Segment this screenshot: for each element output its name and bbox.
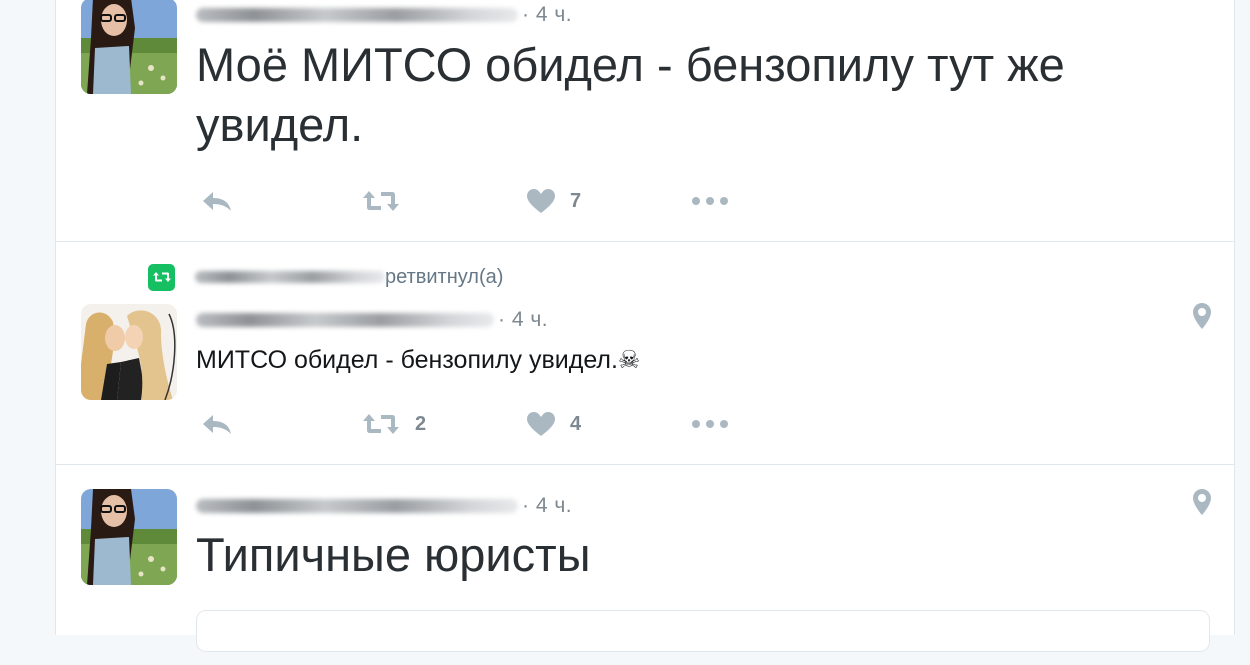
retweet-count: 2 (415, 412, 427, 435)
more-icon (692, 420, 728, 428)
like-count: 7 (570, 189, 582, 212)
retweet-label: ретвитнул(а) (385, 265, 504, 288)
retweet-button[interactable] (361, 186, 401, 216)
reply-button[interactable] (201, 409, 233, 439)
retweet-badge-icon (148, 263, 175, 291)
tweet-text: Типичные юристы (196, 528, 591, 581)
reply-button[interactable] (201, 186, 233, 216)
more-icon (692, 197, 728, 205)
media-card[interactable] (196, 610, 1210, 652)
like-button[interactable]: 7 (526, 186, 581, 216)
author-name-blurred[interactable] (196, 8, 518, 22)
tweet[interactable]: · 4 ч. Моё МИТСО обидел - бензопилу тут … (56, 0, 1234, 242)
retweet-icon (363, 191, 399, 211)
avatar[interactable] (81, 489, 177, 585)
more-button[interactable] (691, 409, 729, 439)
reply-icon (203, 192, 231, 211)
timeline: · 4 ч. Моё МИТСО обидел - бензопилу тут … (55, 0, 1235, 652)
like-button[interactable]: 4 (526, 409, 581, 439)
tweet-time[interactable]: · 4 ч. (498, 308, 548, 332)
like-count: 4 (570, 412, 582, 435)
tweet-text: Моё МИТСО обидел - бензопилу тут же увид… (196, 38, 1065, 151)
retweet-context: ретвитнул(а) (148, 262, 503, 292)
avatar[interactable] (81, 0, 177, 94)
avatar[interactable] (81, 304, 177, 400)
more-button[interactable] (691, 186, 729, 216)
tweet-header: · 4 ч. (196, 491, 572, 521)
retweet-icon (363, 414, 399, 434)
tweet-header: · 4 ч. (196, 305, 548, 335)
heart-icon (527, 412, 555, 436)
tweet-header: · 4 ч. (196, 0, 572, 30)
tweet[interactable]: ретвитнул(а) · 4 ч. МИТСО обидел - бензо… (56, 242, 1234, 465)
tweet-text: МИТСО обидел - бензопилу увидел.☠ (196, 346, 641, 374)
tweet-time[interactable]: · 4 ч. (522, 3, 572, 27)
tweet-time[interactable]: · 4 ч. (522, 494, 572, 518)
retweeter-name-blurred[interactable] (195, 271, 385, 283)
location-pin-icon[interactable] (1192, 302, 1212, 330)
tweet[interactable]: · 4 ч. Типичные юристы (56, 465, 1234, 665)
author-name-blurred[interactable] (196, 313, 494, 327)
heart-icon (527, 189, 555, 213)
location-pin-icon[interactable] (1192, 488, 1212, 516)
author-name-blurred[interactable] (196, 499, 518, 513)
retweet-button[interactable]: 2 (361, 409, 426, 439)
reply-icon (203, 415, 231, 434)
tweet-actions: 2 4 (201, 409, 761, 439)
tweet-actions: 7 (201, 186, 761, 216)
